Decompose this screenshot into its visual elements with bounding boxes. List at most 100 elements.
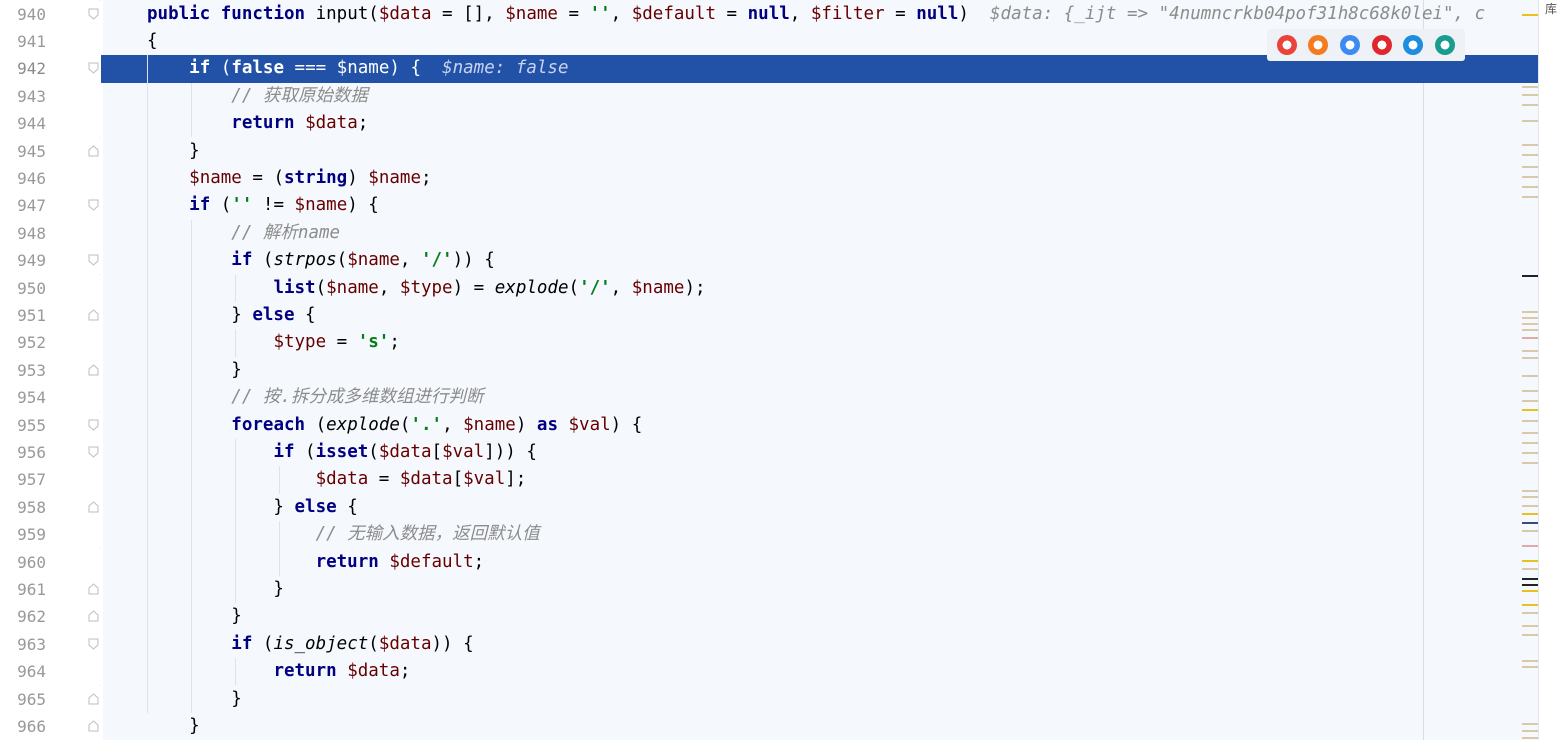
line-number[interactable]: 964 — [0, 658, 46, 685]
line-number[interactable]: 947 — [0, 192, 46, 219]
error-stripe-mark[interactable] — [1522, 350, 1538, 352]
error-stripe-mark[interactable] — [1522, 94, 1538, 96]
code-line[interactable]: 966 } — [0, 712, 1538, 740]
firefox-icon[interactable] — [1308, 35, 1329, 55]
fold-collapse-icon[interactable] — [88, 62, 99, 74]
error-stripe-mark[interactable] — [1522, 120, 1538, 122]
line-number[interactable]: 950 — [0, 275, 46, 302]
error-stripe-mark[interactable] — [1522, 604, 1538, 606]
error-stripe-mark[interactable] — [1522, 513, 1538, 515]
line-number[interactable]: 949 — [0, 247, 46, 274]
line-number[interactable]: 951 — [0, 302, 46, 329]
code-line[interactable]: 945 } — [0, 137, 1538, 165]
line-number[interactable]: 962 — [0, 603, 46, 630]
error-stripe-mark[interactable] — [1522, 730, 1538, 732]
line-number[interactable]: 957 — [0, 466, 46, 493]
error-stripe-mark[interactable] — [1522, 420, 1538, 422]
fold-end-icon[interactable] — [88, 583, 99, 595]
code-line[interactable]: 956 if (isset($data[$val])) { — [0, 438, 1538, 467]
safari-icon[interactable] — [1340, 35, 1361, 55]
error-stripe-mark[interactable] — [1522, 400, 1538, 402]
error-stripe-mark[interactable] — [1522, 666, 1538, 668]
error-stripe-mark[interactable] — [1522, 409, 1538, 411]
code-line[interactable]: 940 public function input($data = [], $na… — [0, 0, 1538, 28]
chrome-icon[interactable] — [1276, 35, 1297, 55]
opera-icon[interactable] — [1371, 35, 1392, 55]
error-stripe-mark[interactable] — [1522, 522, 1538, 524]
code-line[interactable]: 949 if (strpos($name, '/')) { — [0, 247, 1538, 275]
error-stripe-mark[interactable] — [1522, 505, 1538, 507]
error-stripe-mark[interactable] — [1522, 337, 1538, 339]
code-line[interactable]: 948 // 解析name — [0, 219, 1538, 248]
error-stripe-mark[interactable] — [1522, 452, 1538, 454]
line-number[interactable]: 945 — [0, 138, 46, 165]
error-stripe-mark[interactable] — [1522, 375, 1538, 377]
error-stripe-mark[interactable] — [1522, 530, 1538, 532]
line-number[interactable]: 953 — [0, 357, 46, 384]
error-stripe-mark[interactable] — [1522, 560, 1538, 562]
fold-collapse-icon[interactable] — [88, 446, 99, 458]
line-number[interactable]: 943 — [0, 83, 46, 110]
error-stripe-mark[interactable] — [1522, 317, 1538, 319]
error-stripe-mark[interactable] — [1522, 578, 1538, 580]
code-line[interactable]: 952 $type = 's'; — [0, 329, 1538, 357]
error-stripe-mark[interactable] — [1522, 737, 1538, 739]
error-stripe-mark[interactable] — [1522, 634, 1538, 636]
fold-end-icon[interactable] — [88, 692, 99, 705]
line-number[interactable]: 944 — [0, 110, 46, 137]
line-number[interactable]: 955 — [0, 412, 46, 439]
side-panel-label[interactable]: 库 — [1545, 0, 1557, 17]
ie-icon[interactable] — [1403, 35, 1424, 55]
code-line[interactable]: 954 // 按.拆分成多维数组进行判断 — [0, 384, 1538, 412]
error-stripe-mark[interactable] — [1522, 496, 1538, 498]
code-line[interactable]: 962 } — [0, 603, 1538, 631]
error-stripe-mark[interactable] — [1522, 176, 1538, 178]
error-stripe-mark[interactable] — [1522, 357, 1538, 359]
code-line[interactable]: 965 } — [0, 685, 1538, 713]
error-stripe-mark[interactable] — [1522, 590, 1538, 592]
line-number[interactable]: 941 — [0, 28, 46, 55]
fold-collapse-icon[interactable] — [88, 419, 99, 431]
error-stripe-mark[interactable] — [1522, 723, 1538, 725]
code-line[interactable]: 951 } else { — [0, 301, 1538, 330]
error-stripe-mark[interactable] — [1522, 390, 1538, 392]
line-number[interactable]: 940 — [0, 1, 46, 28]
fold-end-icon[interactable] — [88, 144, 99, 157]
fold-end-icon[interactable] — [88, 309, 99, 321]
fold-end-icon[interactable] — [88, 501, 99, 513]
error-stripe-mark[interactable] — [1522, 584, 1538, 586]
error-stripe-mark[interactable] — [1522, 442, 1538, 444]
line-number[interactable]: 963 — [0, 631, 46, 658]
line-number[interactable]: 946 — [0, 165, 46, 192]
code-line[interactable]: 958 } else { — [0, 493, 1538, 522]
code-line[interactable]: 963 if (is_object($data)) { — [0, 630, 1538, 659]
code-line[interactable]: 964 return $data; — [0, 658, 1538, 686]
error-stripe-mark[interactable] — [1522, 568, 1538, 570]
error-stripe-mark[interactable] — [1522, 14, 1538, 16]
line-number[interactable]: 958 — [0, 494, 46, 521]
error-stripe-mark[interactable] — [1522, 166, 1538, 168]
code-line[interactable]: 944 return $data; — [0, 110, 1538, 138]
error-stripe-mark[interactable] — [1522, 660, 1538, 662]
code-line[interactable]: 960 return $default; — [0, 548, 1538, 576]
error-stripe-mark[interactable] — [1522, 186, 1538, 188]
error-stripe-mark[interactable] — [1522, 275, 1538, 277]
line-number[interactable]: 966 — [0, 713, 46, 740]
code-line[interactable]: 943 // 获取原始数据 — [0, 82, 1538, 111]
code-line[interactable]: 953 } — [0, 356, 1538, 385]
code-line[interactable]: 946 $name = (string) $name; — [0, 164, 1538, 193]
line-number[interactable]: 959 — [0, 521, 46, 548]
line-number[interactable]: 965 — [0, 686, 46, 713]
line-number[interactable]: 948 — [0, 220, 46, 247]
code-line[interactable]: 959 // 无输入数据，返回默认值 — [0, 521, 1538, 549]
code-line[interactable]: 957 $data = $data[$val]; — [0, 466, 1538, 494]
error-stripe-mark[interactable] — [1522, 144, 1538, 146]
fold-end-icon[interactable] — [88, 364, 99, 376]
fold-collapse-icon[interactable] — [88, 199, 99, 211]
fold-collapse-icon[interactable] — [88, 8, 99, 20]
error-stripe-mark[interactable] — [1522, 323, 1538, 325]
fold-collapse-icon[interactable] — [88, 638, 99, 650]
code-line[interactable]: 955 foreach (explode('.', $name) as $val… — [0, 411, 1538, 439]
line-number[interactable]: 954 — [0, 384, 46, 411]
error-stripe-mark[interactable] — [1522, 612, 1538, 614]
